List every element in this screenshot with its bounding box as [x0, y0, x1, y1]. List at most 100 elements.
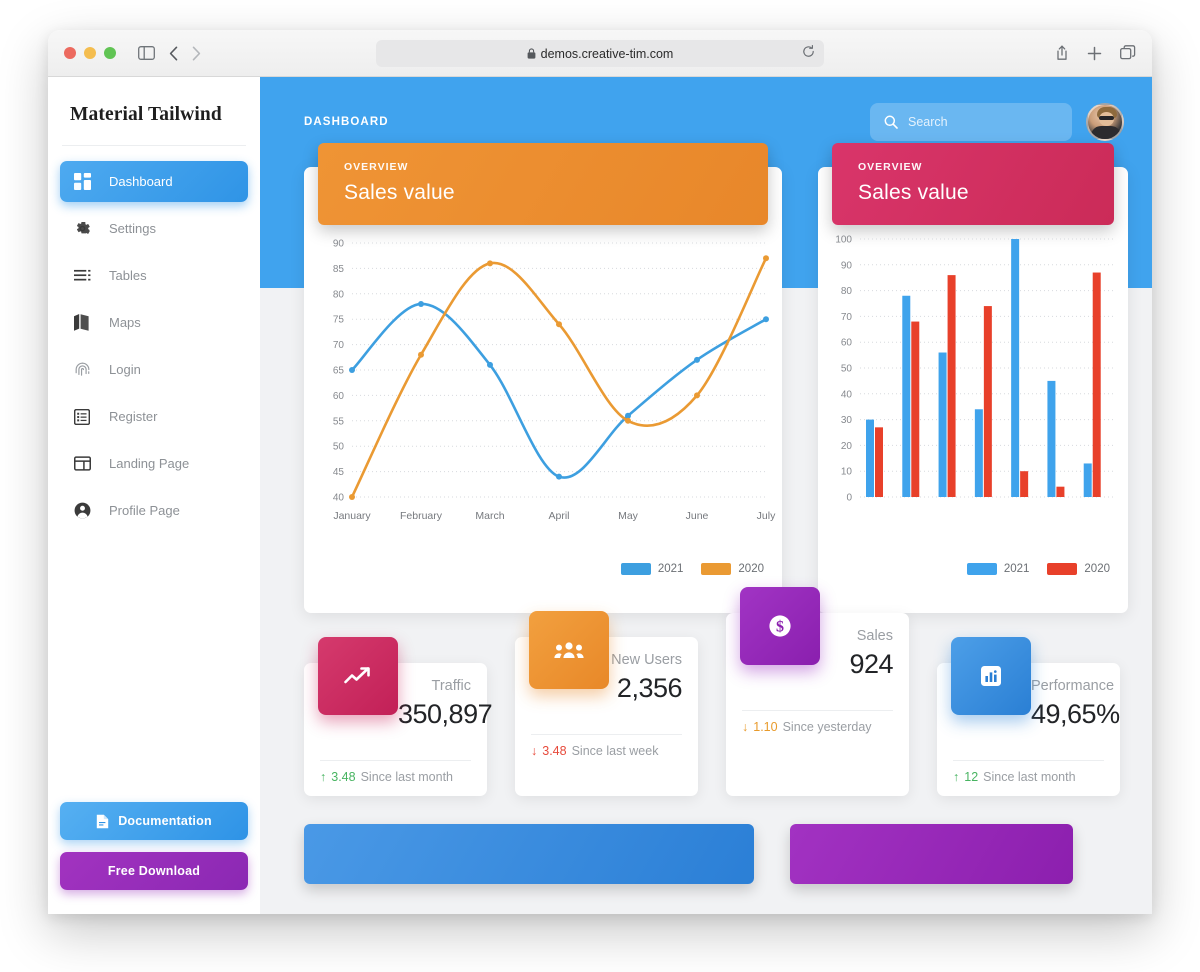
browser-window: demos.creative-tim.com Material Tailwind: [48, 30, 1152, 914]
fingerprint-icon: [74, 361, 96, 378]
close-window-button[interactable]: [64, 47, 76, 59]
sidebar-item-label: Landing Page: [109, 456, 190, 471]
svg-text:$: $: [776, 619, 784, 636]
dashboard-grid-icon: [74, 173, 96, 190]
window-controls[interactable]: [64, 47, 116, 59]
tab-overview-icon[interactable]: [1120, 45, 1136, 61]
sidebar-item-login[interactable]: Login: [60, 349, 248, 390]
stat-divider: [531, 734, 682, 735]
sidebar-item-landing-page[interactable]: Landing Page: [60, 443, 248, 484]
svg-text:90: 90: [841, 260, 853, 271]
sidebar-item-dashboard[interactable]: Dashboard: [60, 161, 248, 202]
trending-up-icon: [318, 637, 398, 715]
stat-card-traffic: Traffic 350,897 ↑ 3.48 Since last month: [304, 637, 493, 796]
list-lines-icon: [74, 269, 96, 282]
sidebar-item-maps[interactable]: Maps: [60, 302, 248, 343]
sidebar-item-profile-page[interactable]: Profile Page: [60, 490, 248, 531]
stat-value: 350,897: [398, 698, 493, 729]
bar-chart-icon: [951, 637, 1031, 715]
form-list-icon: [74, 408, 96, 425]
svg-text:May: May: [618, 510, 639, 522]
svg-text:90: 90: [333, 239, 345, 250]
svg-text:April: April: [548, 510, 569, 522]
stat-title: Traffic: [431, 678, 471, 694]
url-bar[interactable]: demos.creative-tim.com: [376, 40, 824, 67]
sidebar-item-label: Profile Page: [109, 503, 180, 518]
stat-note: Since last month: [360, 770, 454, 784]
charts-row: OVERVIEW Sales value 40 45 50 55 60 65 70 75 80 8…: [304, 143, 1128, 613]
stat-footer: ↑ 3.48 Since last month: [320, 770, 471, 784]
stat-delta: 12: [964, 770, 979, 784]
minimize-window-button[interactable]: [84, 47, 96, 59]
bar-chart-legend: 2021 2020: [966, 562, 1110, 575]
stat-divider: [320, 760, 471, 761]
trend-arrow-icon: ↑: [953, 770, 960, 784]
stat-footer: ↓ 3.48 Since last week: [531, 744, 682, 758]
documentation-button[interactable]: Documentation: [60, 802, 248, 840]
top-navbar: DASHBOARD: [260, 77, 1152, 167]
layout-window-icon: [74, 456, 96, 471]
svg-text:20: 20: [841, 441, 853, 452]
svg-text:65: 65: [333, 366, 345, 377]
breadcrumb: DASHBOARD: [304, 116, 389, 128]
svg-text:45: 45: [333, 467, 345, 478]
line-chart-card: OVERVIEW Sales value 40 45 50 55 60 65 70 75 80 8…: [304, 143, 782, 613]
svg-text:75: 75: [333, 315, 345, 326]
legend-item-2021[interactable]: 2021: [620, 562, 683, 575]
svg-text:40: 40: [333, 493, 345, 504]
sidebar-item-label: Login: [109, 362, 141, 377]
gear-icon: [74, 220, 96, 237]
stat-title: Performance: [1031, 678, 1115, 694]
free-download-button[interactable]: Free Download: [60, 852, 248, 890]
app-viewport: Material Tailwind Dashboard Settings Tab…: [48, 77, 1152, 914]
svg-text:January: January: [333, 510, 371, 522]
legend-item-2021[interactable]: 2021: [966, 562, 1029, 575]
avatar[interactable]: [1086, 103, 1124, 141]
main-area: DASHBOARD Search OVERVIEW Sales value 40…: [260, 77, 1152, 914]
search-input[interactable]: [908, 115, 1048, 129]
bottom-card-purple[interactable]: [790, 824, 1073, 884]
card-title: Sales value: [344, 181, 455, 204]
svg-text:85: 85: [333, 264, 345, 275]
sidebar-item-label: Settings: [109, 221, 156, 236]
sidebar-item-settings[interactable]: Settings: [60, 208, 248, 249]
back-chevron-icon[interactable]: [169, 45, 178, 61]
line-chart[interactable]: 40 45 50 55 60 65 70 75 80 85 90 January February Mar…: [304, 225, 782, 585]
maximize-window-button[interactable]: [104, 47, 116, 59]
sidebar-item-register[interactable]: Register: [60, 396, 248, 437]
sidebar-item-tables[interactable]: Tables: [60, 255, 248, 296]
svg-text:0: 0: [846, 493, 852, 504]
svg-text:40: 40: [841, 389, 853, 400]
reload-icon[interactable]: [802, 45, 815, 58]
bottom-cards-row: [304, 824, 1124, 884]
sidebar-toggle-icon[interactable]: [138, 46, 155, 60]
dollar-coin-icon: $: [740, 587, 820, 665]
stat-footer: ↑ 12 Since last month: [953, 770, 1104, 784]
sidebar-item-label: Tables: [109, 268, 147, 283]
svg-text:55: 55: [333, 416, 345, 427]
svg-text:80: 80: [841, 286, 853, 297]
stat-title: Sales: [856, 628, 893, 644]
line-chart-legend: 2021 2020: [620, 562, 764, 575]
stat-note: Since last month: [983, 770, 1076, 784]
sidebar-footer: Documentation Free Download: [60, 802, 248, 890]
card-title: Sales value: [858, 181, 969, 204]
stat-footer: ↓ 1.10 Since yesterday: [742, 720, 893, 734]
bottom-card-blue[interactable]: [304, 824, 754, 884]
new-tab-icon[interactable]: [1087, 46, 1102, 61]
bar-chart[interactable]: 0 10 20 30 40 50 60 70 80 90 100 2021 2020: [818, 225, 1128, 585]
svg-text:March: March: [475, 510, 504, 522]
legend-label: 2020: [738, 562, 764, 575]
free-download-button-label: Free Download: [107, 864, 201, 878]
svg-text:10: 10: [841, 467, 853, 478]
brand-title: Material Tailwind: [70, 104, 222, 125]
legend-item-2020[interactable]: 2020: [701, 562, 764, 575]
stat-value: 2,356: [616, 672, 683, 703]
share-icon[interactable]: [1055, 45, 1069, 61]
forward-chevron-icon[interactable]: [192, 45, 201, 61]
svg-text:100: 100: [835, 235, 852, 246]
search-box[interactable]: [870, 103, 1072, 141]
documentation-button-label: Documentation: [118, 814, 212, 828]
bar-chart-card: OVERVIEW Sales value 0 10 20 30 40 50 60 70 80 90…: [818, 143, 1128, 613]
legend-item-2020[interactable]: 2020: [1047, 562, 1110, 575]
